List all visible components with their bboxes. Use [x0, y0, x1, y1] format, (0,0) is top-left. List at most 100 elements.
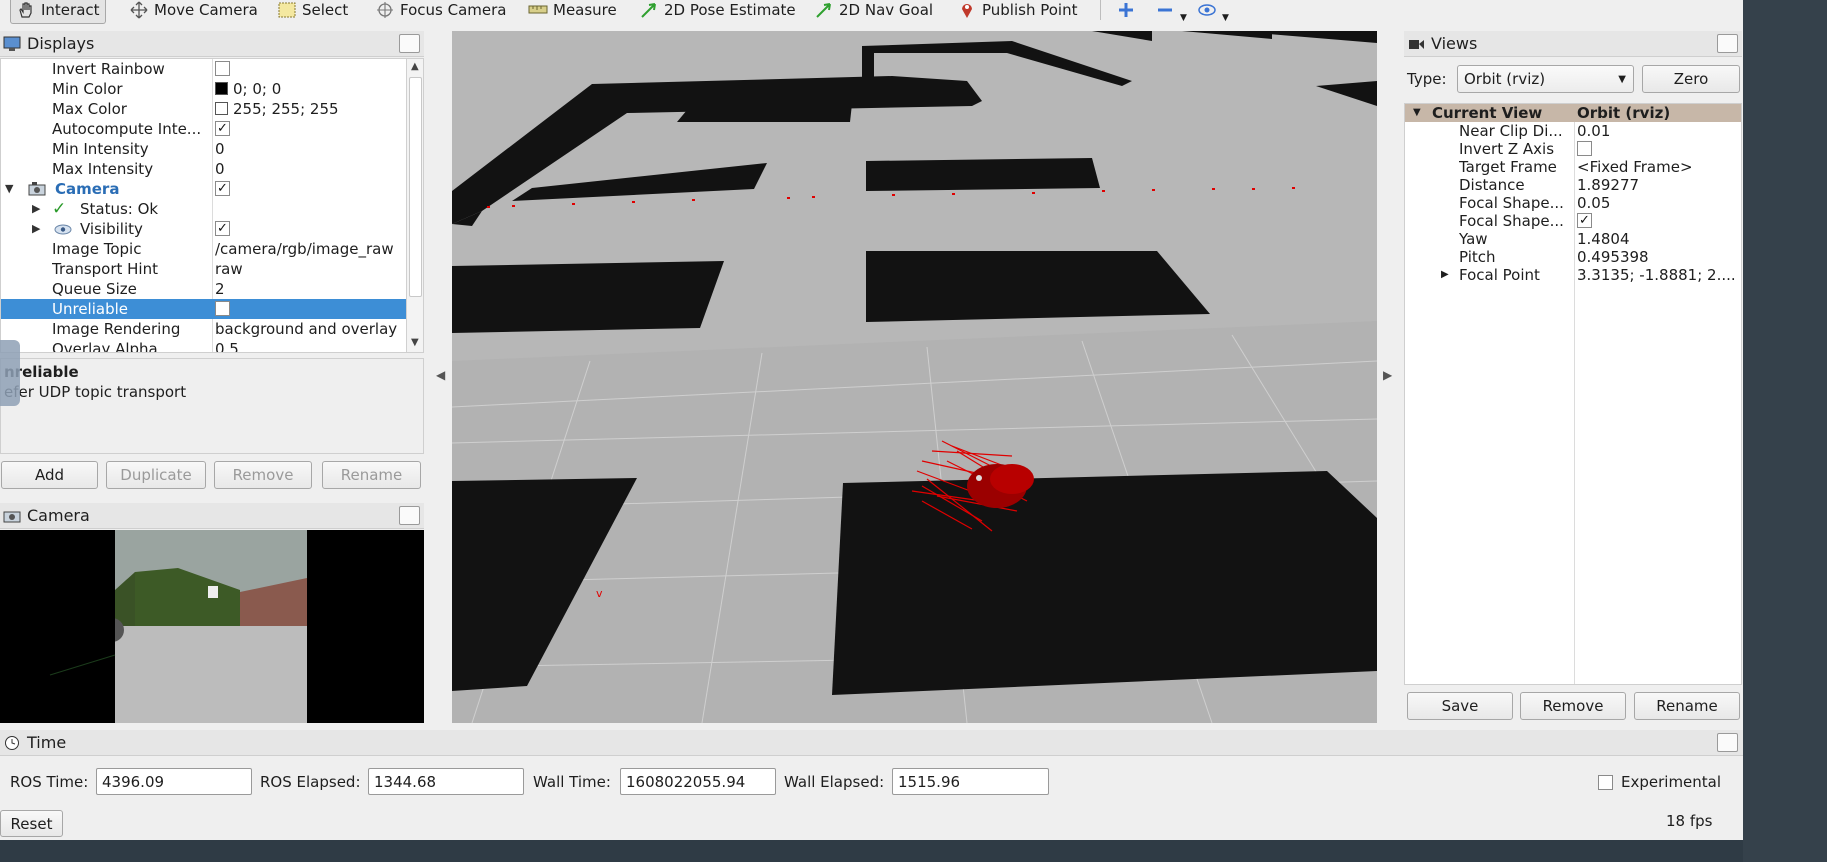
eye-icon [1198, 4, 1216, 16]
tree-row[interactable]: Invert Z Axis [1405, 140, 1741, 158]
hand-icon [19, 1, 32, 18]
save-view-button[interactable]: Save [1407, 692, 1513, 720]
pose-estimate-tool[interactable]: 2D Pose Estimate [634, 0, 801, 24]
experimental-checkbox[interactable] [1598, 775, 1613, 790]
row-name: Invert Z Axis [1459, 140, 1555, 158]
expand-down-icon[interactable]: ▼ [1413, 104, 1421, 122]
tree-row[interactable]: Max Intensity 0 [1, 159, 406, 179]
tree-row[interactable]: Overlay Alpha 0.5 [1, 339, 406, 352]
measure-tool[interactable]: Measure [523, 0, 622, 24]
render-3d-view[interactable]: v [452, 31, 1377, 723]
row-name: Image Topic [52, 240, 142, 258]
row-name: Autocompute Inte... [52, 120, 202, 138]
rename-button[interactable]: Rename [322, 461, 421, 489]
tree-row-selected[interactable]: Unreliable [1, 299, 406, 319]
tree-row[interactable]: Pitch 0.495398 [1405, 248, 1741, 266]
row-name: Min Color [52, 80, 123, 98]
tree-row[interactable]: Image Rendering background and overlay [1, 319, 406, 339]
panel-title: Time [27, 733, 67, 752]
tree-row[interactable]: Max Color 255; 255; 255 [1, 99, 406, 119]
camera-type-button[interactable]: ▼ [1192, 0, 1234, 24]
focal-shape-checkbox[interactable]: ✓ [1577, 213, 1592, 228]
nav-goal-tool[interactable]: 2D Nav Goal [809, 0, 938, 24]
tree-row[interactable]: Queue Size 2 [1, 279, 406, 299]
views-header: Views [1404, 31, 1742, 57]
move-camera-tool[interactable]: Move Camera [124, 0, 263, 24]
tool-label: 2D Pose Estimate [664, 1, 796, 19]
focus-camera-tool[interactable]: Focus Camera [370, 0, 511, 24]
unreliable-checkbox[interactable] [215, 301, 230, 316]
camera-enabled-checkbox[interactable]: ✓ [215, 181, 230, 196]
tool-label: Select [302, 1, 349, 19]
ros-elapsed-field[interactable]: 1344.68 [368, 768, 524, 795]
scrollbar-thumb[interactable] [409, 77, 422, 297]
current-view-row[interactable]: ▼ Current View Orbit (rviz) [1405, 104, 1741, 122]
help-description: efer UDP topic transport [4, 383, 187, 401]
wall-elapsed-field[interactable]: 1515.96 [892, 768, 1049, 795]
row-value: 0; 0; 0 [233, 80, 282, 98]
wall-time-field[interactable]: 1608022055.94 [620, 768, 776, 795]
invert-rainbow-checkbox[interactable] [215, 61, 230, 76]
remove-view-button[interactable]: Remove [1520, 692, 1626, 720]
tree-row[interactable]: Image Topic /camera/rgb/image_raw [1, 239, 406, 259]
row-name: Max Intensity [52, 160, 154, 178]
rename-view-button[interactable]: Rename [1634, 692, 1740, 720]
ros-time-field[interactable]: 4396.09 [96, 768, 252, 795]
scroll-up-icon[interactable]: ▲ [411, 61, 419, 72]
tree-row[interactable]: ▶ Visibility ✓ [1, 219, 406, 239]
add-tool-button[interactable] [1111, 0, 1141, 24]
row-value: 0.495398 [1577, 248, 1649, 266]
invert-z-checkbox[interactable] [1577, 141, 1592, 156]
tree-row[interactable]: Target Frame <Fixed Frame> [1405, 158, 1741, 176]
tree-row[interactable]: ▶ ✓ Status: Ok [1, 199, 406, 219]
row-value: 2 [215, 280, 225, 298]
tree-row[interactable]: Focal Shape... ✓ [1405, 212, 1741, 230]
collapse-left-icon[interactable]: ◀ [436, 368, 445, 382]
tree-row[interactable]: Yaw 1.4804 [1405, 230, 1741, 248]
row-name: Yaw [1459, 230, 1488, 248]
visibility-checkbox[interactable]: ✓ [215, 221, 230, 236]
remove-button[interactable]: Remove [214, 461, 312, 489]
undock-button[interactable] [399, 506, 420, 525]
row-name: Invert Rainbow [52, 60, 165, 78]
tree-row[interactable]: Near Clip Di... 0.01 [1405, 122, 1741, 140]
scroll-down-icon[interactable]: ▼ [411, 337, 419, 348]
remove-tool-button[interactable]: ▼ [1150, 0, 1192, 24]
tree-row[interactable]: Autocompute Inte... ✓ [1, 119, 406, 139]
row-name: Unreliable [52, 300, 128, 318]
row-name: Queue Size [52, 280, 137, 298]
tree-row[interactable]: Min Intensity 0 [1, 139, 406, 159]
undock-button[interactable] [399, 34, 420, 53]
undock-button[interactable] [1717, 34, 1738, 53]
displays-scrollbar[interactable]: ▲ ▼ [406, 59, 423, 352]
autocompute-checkbox[interactable]: ✓ [215, 121, 230, 136]
duplicate-button[interactable]: Duplicate [106, 461, 206, 489]
expand-down-icon[interactable]: ▼ [5, 179, 13, 199]
add-button[interactable]: Add [1, 461, 98, 489]
collapse-right-icon[interactable]: ▶ [1383, 368, 1392, 382]
minus-icon [1158, 8, 1172, 12]
focus-camera-icon [377, 2, 393, 18]
tree-row[interactable]: Transport Hint raw [1, 259, 406, 279]
tree-row[interactable]: Min Color 0; 0; 0 [1, 79, 406, 99]
expand-right-icon[interactable]: ▶ [1441, 266, 1449, 284]
undock-button[interactable] [1717, 733, 1738, 752]
camera-image [0, 530, 424, 723]
select-tool[interactable]: Select [272, 0, 353, 24]
map-render: v [452, 31, 1377, 723]
tree-row[interactable]: Distance 1.89277 [1405, 176, 1741, 194]
row-name: Target Frame [1459, 158, 1557, 176]
tree-row[interactable]: Invert Rainbow [1, 59, 406, 79]
drag-handle[interactable] [0, 340, 20, 406]
publish-point-tool[interactable]: Publish Point [952, 0, 1082, 24]
interact-tool[interactable]: Interact [10, 0, 106, 24]
view-type-select[interactable]: Orbit (rviz) ▼ [1457, 65, 1634, 93]
zero-button[interactable]: Zero [1642, 65, 1740, 93]
tree-row[interactable]: ▶ Focal Point 3.3135; -1.8881; 2.... [1405, 266, 1741, 284]
check-ok-icon: ✓ [52, 199, 67, 219]
expand-right-icon[interactable]: ▶ [32, 199, 40, 219]
reset-button[interactable]: Reset [0, 810, 63, 837]
expand-right-icon[interactable]: ▶ [32, 219, 40, 239]
tree-row-camera[interactable]: ▼ Camera ✓ [1, 179, 406, 199]
tree-row[interactable]: Focal Shape... 0.05 [1405, 194, 1741, 212]
